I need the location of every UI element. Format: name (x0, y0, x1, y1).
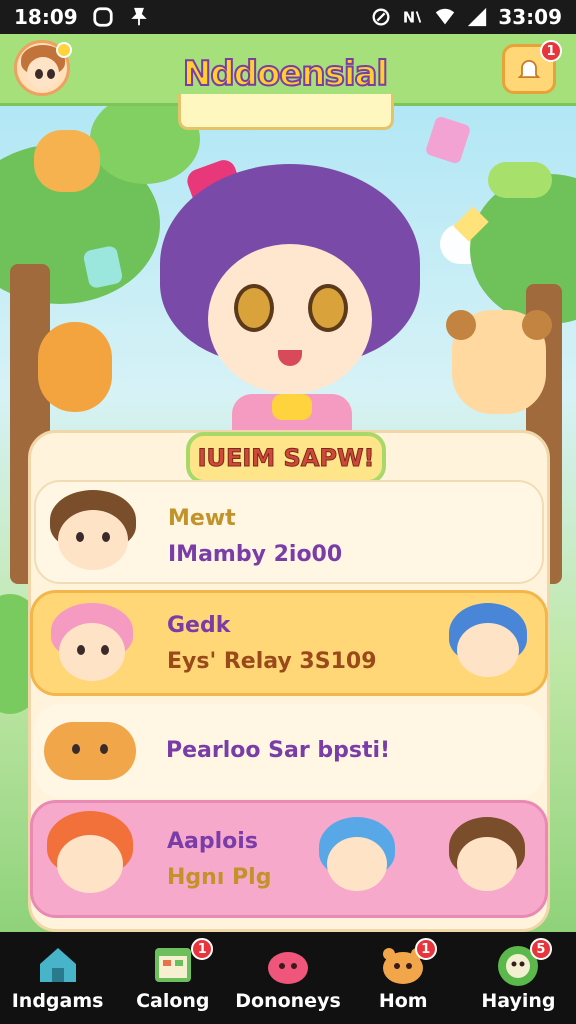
card-title: Pearloo Sar bpsti! (166, 738, 391, 763)
mascot-eye (308, 284, 348, 332)
app-logo-title: Nddoensial (182, 53, 389, 95)
character-face (457, 837, 517, 891)
nav-badge: 5 (529, 938, 552, 960)
critter-squirrel (38, 322, 112, 412)
house-icon (39, 948, 76, 982)
character-eye (101, 645, 109, 655)
panel-title: IUEIM SAPW! (186, 432, 386, 484)
avatar-eye (35, 69, 43, 79)
bell-icon (517, 59, 541, 79)
app-notification-icon (93, 7, 113, 27)
avatar-star-badge (56, 42, 72, 58)
gem-decoration (424, 115, 472, 165)
bottom-navigation: Indgams 1 Calong Dononeys 1 Hom 5 Haying (0, 932, 576, 1024)
avatar-eye (47, 69, 55, 79)
character-eye (102, 532, 110, 542)
nav-item-dononeys[interactable]: Dononeys (230, 932, 345, 1024)
slime-icon (268, 952, 308, 984)
card-title: Aaplois (167, 829, 258, 854)
feed-card[interactable]: Mewt IMamby 2io00 (34, 480, 544, 584)
mascot-eye (234, 284, 274, 332)
alarm-icon (372, 8, 390, 26)
character-face (58, 510, 128, 570)
nav-label: Haying (481, 990, 556, 1012)
nfc-icon: N (403, 10, 422, 27)
nav-item-indgams[interactable]: Indgams (0, 932, 115, 1024)
nav-label: Calong (136, 990, 210, 1012)
calendar-icon (154, 948, 191, 982)
nav-item-calong[interactable]: 1 Calong (115, 932, 230, 1024)
character-face (457, 623, 519, 677)
nav-label: Indgams (11, 990, 104, 1012)
critter-bear-girl (446, 310, 552, 414)
pin-icon (130, 7, 147, 26)
character-face (327, 837, 387, 891)
nav-label: Hom (378, 990, 428, 1012)
critter-fox (34, 130, 100, 192)
signal-icon (468, 7, 487, 27)
nav-item-hom[interactable]: 1 Hom (346, 932, 461, 1024)
wifi-icon (436, 8, 455, 25)
status-time-right: 33:09 (498, 5, 562, 29)
feed-card[interactable]: Aaplois Hgnı Plg (30, 800, 548, 918)
status-time: 18:09 (14, 5, 78, 29)
card-subtitle: Eys' Relay 3S109 (167, 649, 377, 674)
nav-badge: 1 (414, 938, 437, 960)
critter-frog (488, 162, 552, 198)
home-scene: Nddoensial 1 IUEIM SAPW! Mewt IMamby 2io… (0, 34, 576, 932)
mascot-ribbon (272, 394, 312, 420)
notification-badge: 1 (540, 40, 562, 62)
main-mascot[interactable] (160, 144, 420, 444)
card-subtitle: IMamby 2io00 (168, 542, 343, 567)
card-title: Mewt (168, 506, 236, 531)
character-eye (76, 532, 84, 542)
svg-text:N: N (403, 10, 415, 27)
character-eye (77, 645, 85, 655)
character-face (57, 835, 123, 893)
card-subtitle: Hgnı Plg (167, 865, 272, 890)
feed-card[interactable]: Pearloo Sar bpsti! (34, 704, 544, 798)
nav-badge: 1 (191, 938, 214, 960)
mascot-face (208, 244, 372, 394)
character-bear (44, 722, 136, 780)
nav-label: Dononeys (235, 990, 341, 1012)
nav-item-haying[interactable]: 5 Haying (461, 932, 576, 1024)
card-title: Gedk (167, 613, 231, 638)
status-bar: 18:09 N 33:09 (0, 0, 576, 34)
feed-card[interactable]: Gedk Eys' Relay 3S109 (30, 590, 548, 696)
character-face (59, 623, 125, 681)
